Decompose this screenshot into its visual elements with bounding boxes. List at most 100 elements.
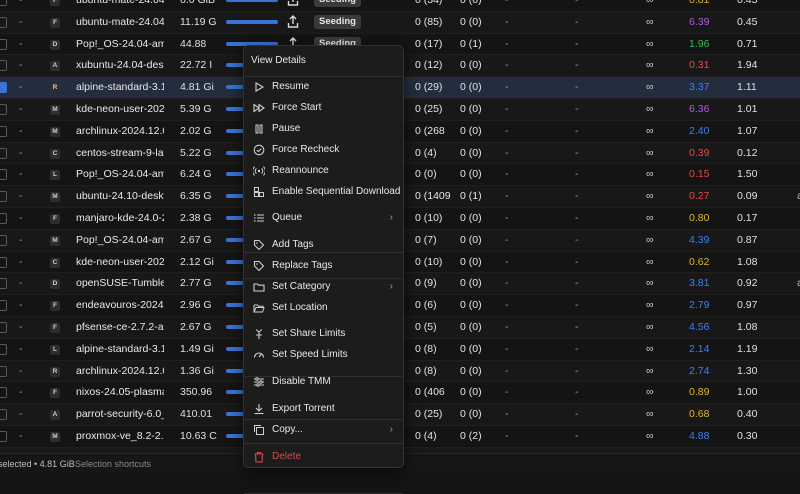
menu-item-enable-sequential-download[interactable]: Enable Sequential Download [244, 182, 403, 202]
torrent-size: 1.36 Gi [180, 364, 214, 377]
upload-speed: - [575, 124, 579, 137]
row-checkbox[interactable] [0, 234, 7, 246]
menu-item-set-category[interactable]: Set Category › [244, 277, 403, 297]
row-dash: - [19, 15, 23, 28]
menu-item-set-location[interactable]: Set Location [244, 298, 403, 318]
status-badge: Seeding [314, 0, 361, 7]
download-speed: - [505, 211, 509, 224]
menu-item-force-start[interactable]: Force Start [244, 98, 403, 118]
menu-item-label: Disable TMM [272, 376, 331, 387]
copy-icon [253, 424, 265, 436]
row-checkbox[interactable] [0, 365, 7, 377]
menu-item-disable-tmm[interactable]: Disable TMM [244, 372, 403, 392]
menu-item-reannounce[interactable]: Reannounce [244, 161, 403, 181]
ratio-value: 4.56 [689, 320, 710, 333]
upload-speed: - [575, 102, 579, 115]
row-checkbox[interactable] [0, 191, 7, 203]
upload-speed: - [575, 320, 579, 333]
upload-speed: - [575, 0, 579, 6]
ratio-value: 0.31 [689, 59, 710, 72]
menu-item-add-tags[interactable]: Add Tags [244, 235, 403, 255]
row-checkbox[interactable] [0, 300, 7, 312]
row-checkbox[interactable] [0, 147, 7, 159]
row-dash: - [19, 37, 23, 50]
menu-item-export-torrent[interactable]: Export Torrent [244, 399, 403, 419]
availability-value: 0.45 [737, 15, 758, 28]
menu-separator [244, 443, 403, 444]
row-checkbox[interactable] [0, 82, 7, 94]
seeds-value: 0 (6) [415, 299, 437, 312]
menu-item-label: Set Speed Limits [272, 349, 348, 360]
peers-value: 0 (0) [460, 59, 482, 72]
row-checkbox[interactable] [0, 409, 7, 421]
tracker-badge: A [50, 410, 60, 421]
row-checkbox[interactable] [0, 387, 7, 399]
torrent-size: 2.67 G [180, 320, 212, 333]
download-speed: - [505, 102, 509, 115]
menu-item-copy[interactable]: Copy... › [244, 420, 403, 440]
row-checkbox[interactable] [0, 60, 7, 72]
torrent-name: ubuntu-24.10-deskto [76, 190, 164, 203]
row-checkbox[interactable] [0, 38, 7, 50]
selection-shortcuts-link[interactable]: Selection shortcuts [75, 454, 151, 474]
menu-item-set-speed-limits[interactable]: Set Speed Limits [244, 345, 403, 365]
row-checkbox[interactable] [0, 343, 7, 355]
menu-item-resume[interactable]: Resume [244, 77, 403, 97]
upload-speed: - [575, 299, 579, 312]
menu-item-force-recheck[interactable]: Force Recheck [244, 140, 403, 160]
torrent-size: 6.24 G [180, 168, 212, 181]
tracker-badge: M [50, 431, 60, 442]
seeds-value: 0 (29) [415, 81, 443, 94]
upload-speed: - [575, 364, 579, 377]
seeds-value: 0 (34) [415, 0, 443, 6]
torrent-name: archlinux-2024.12.01 [76, 124, 164, 137]
ratio-value: 2.74 [689, 364, 710, 377]
table-row[interactable]: - Fubuntu-mate-24.04- 6.0 GiB Seeding 0 (34)… [0, 0, 800, 12]
menu-item-pause[interactable]: Pause [244, 119, 403, 139]
upload-speed: - [575, 168, 579, 181]
menu-item-label: Force Recheck [272, 144, 340, 155]
ratio-value: 0.39 [689, 146, 710, 159]
peers-value: 0 (0) [460, 168, 482, 181]
menu-item-label: Replace Tags [272, 260, 333, 271]
row-checkbox[interactable] [0, 430, 7, 442]
row-checkbox[interactable] [0, 0, 7, 6]
seeds-value: 0 (12) [415, 59, 443, 72]
row-checkbox[interactable] [0, 212, 7, 224]
menu-item-view-details[interactable]: View Details [244, 51, 403, 71]
row-checkbox[interactable] [0, 278, 7, 290]
menu-item-label: Resume [272, 81, 310, 92]
row-checkbox[interactable] [0, 321, 7, 333]
torrent-size: 10.63 C [180, 429, 217, 442]
row-checkbox[interactable] [0, 256, 7, 268]
seeds-value: 0 (268 [415, 124, 445, 137]
row-checkbox[interactable] [0, 125, 7, 137]
row-checkbox[interactable] [0, 16, 7, 28]
seeds-value: 0 (85) [415, 15, 443, 28]
menu-item-set-share-limits[interactable]: Set Share Limits [244, 324, 403, 344]
menu-item-delete[interactable]: Delete [244, 447, 403, 467]
availability-value: 0.87 [737, 233, 758, 246]
row-dash: - [19, 364, 23, 377]
eta-value: ∞ [646, 255, 654, 268]
row-checkbox[interactable] [0, 103, 7, 115]
torrent-name: alpine-standard-3.19 [76, 342, 164, 355]
tag-icon [253, 239, 265, 251]
row-checkbox[interactable] [0, 169, 7, 181]
download-speed: - [505, 255, 509, 268]
download-speed: - [505, 408, 509, 421]
upload-speed: - [575, 233, 579, 246]
folder-icon [253, 281, 265, 293]
table-row[interactable]: - Fubuntu-mate-24.04- 11.19 G Seeding 0 (85)… [0, 11, 800, 34]
menu-item-queue[interactable]: Queue › [244, 208, 403, 228]
peers-value: 0 (1) [460, 190, 482, 203]
tracker-badge: A [50, 61, 60, 72]
eta-value: ∞ [646, 0, 654, 6]
row-dash: - [19, 386, 23, 399]
eta-value: ∞ [646, 386, 654, 399]
row-dash: - [19, 342, 23, 355]
upload-speed: - [575, 342, 579, 355]
menu-item-replace-tags[interactable]: Replace Tags [244, 256, 403, 276]
upload-speed: - [575, 429, 579, 442]
torrent-size: 11.19 G [180, 15, 217, 28]
